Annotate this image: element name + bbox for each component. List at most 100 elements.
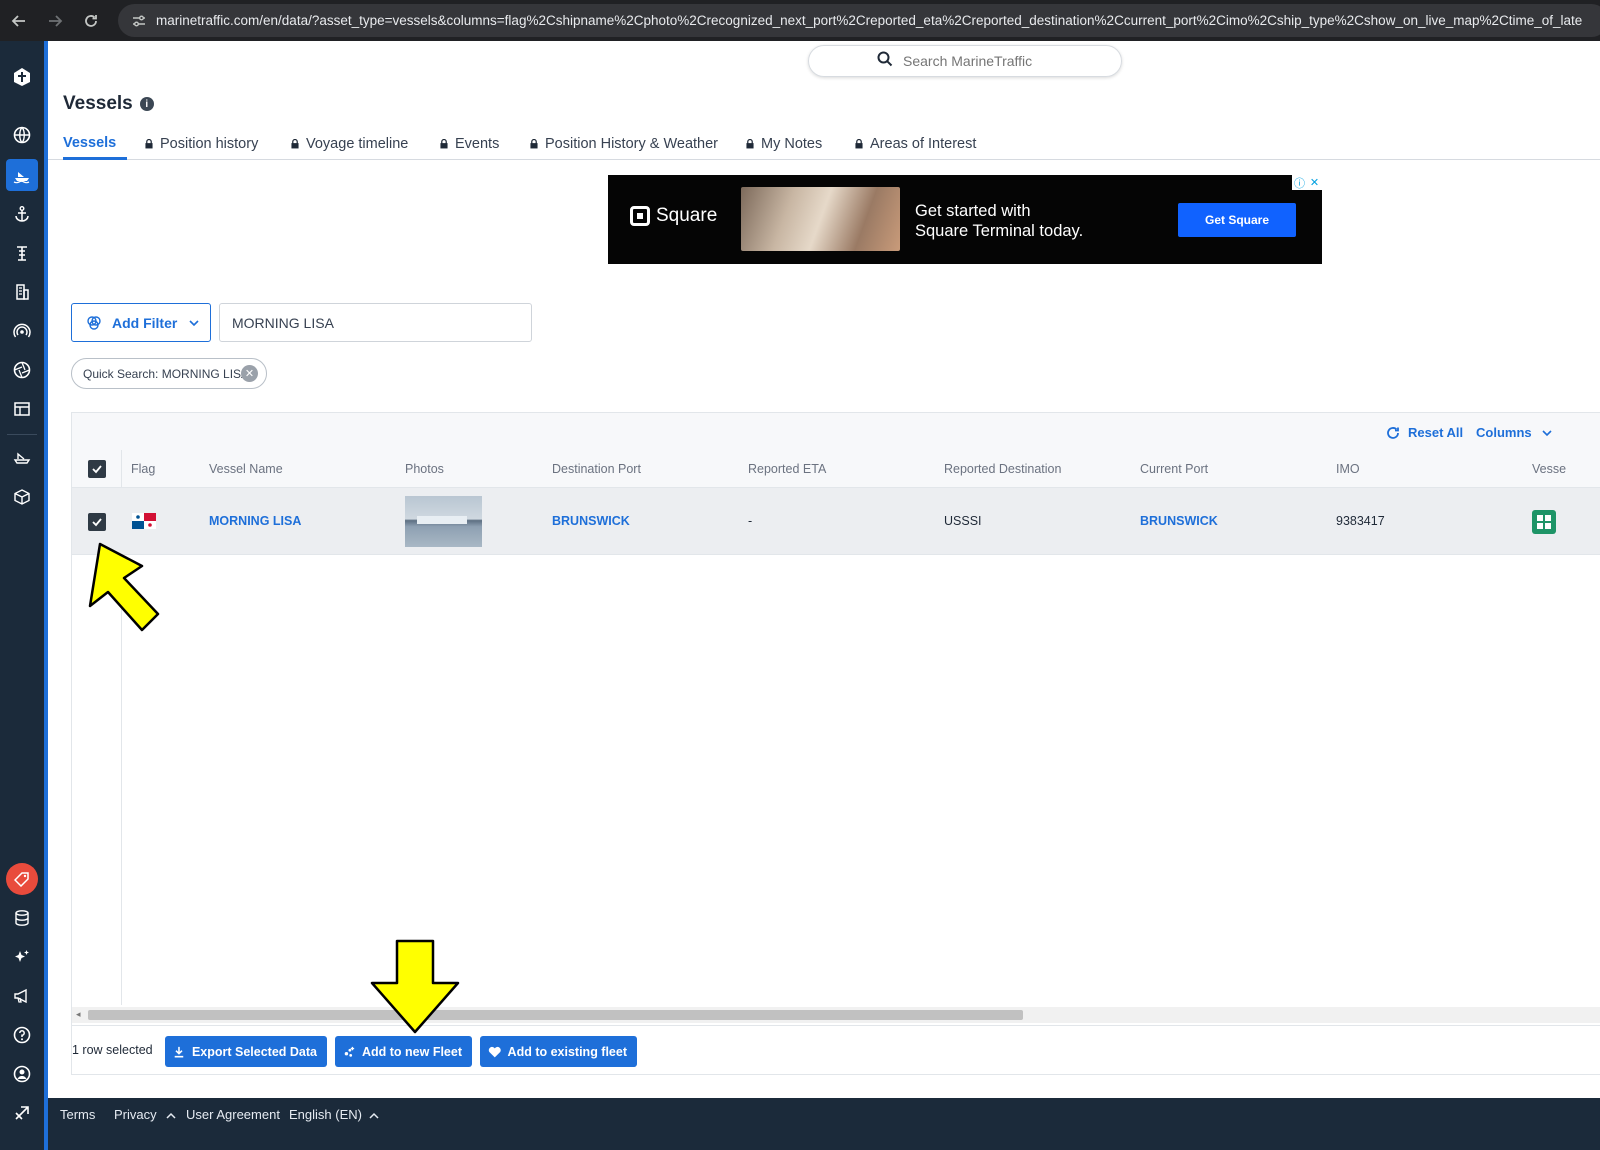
scrollbar-thumb[interactable] — [88, 1010, 1023, 1020]
current-port-link[interactable]: BRUNSWICK — [1140, 514, 1218, 528]
tab-position-history-weather[interactable]: Position History & Weather — [530, 128, 718, 159]
aperture-icon[interactable] — [6, 354, 38, 386]
add-to-existing-fleet-button[interactable]: Add to existing fleet — [480, 1036, 637, 1067]
vessel-photo[interactable] — [405, 496, 482, 547]
search-icon — [877, 51, 893, 72]
signal-icon[interactable] — [6, 315, 38, 347]
tab-label: Position History & Weather — [545, 135, 718, 152]
table-row[interactable]: MORNING LISA BRUNSWICK - USSSI BRUNSWICK… — [72, 488, 1600, 555]
search-input[interactable] — [903, 53, 1103, 69]
checkmark-icon — [92, 465, 102, 474]
add-filter-button[interactable]: Add Filter — [71, 303, 211, 342]
browser-toolbar: marinetraffic.com/en/data/?asset_type=ve… — [0, 0, 1600, 41]
horizontal-scrollbar[interactable]: ◂ — [72, 1007, 1600, 1023]
reset-all-label: Reset All — [1408, 425, 1464, 440]
sparkle-icon[interactable] — [6, 941, 38, 973]
quick-search-input[interactable]: MORNING LISA — [219, 303, 532, 342]
address-bar[interactable]: marinetraffic.com/en/data/?asset_type=ve… — [118, 4, 1600, 37]
ad-info-icon[interactable]: ⓘ — [1292, 175, 1307, 190]
tab-events[interactable]: Events — [440, 128, 499, 159]
ad-cta-button[interactable]: Get Square — [1178, 203, 1296, 237]
chevron-up-icon[interactable] — [369, 1108, 379, 1126]
global-search[interactable] — [808, 45, 1122, 77]
building-icon[interactable] — [6, 276, 38, 308]
fleet-add-icon — [344, 1046, 355, 1057]
ad-choices[interactable]: ⓘ ✕ — [1292, 175, 1322, 190]
info-icon[interactable]: i — [139, 97, 154, 111]
vessels-table: Reset All Columns Flag Vessel Name Photo… — [71, 412, 1600, 1075]
tab-label: Areas of Interest — [870, 135, 977, 152]
crane-icon[interactable] — [6, 237, 38, 269]
chevron-up-icon[interactable] — [166, 1108, 176, 1126]
privacy-link[interactable]: Privacy — [114, 1107, 157, 1122]
row-checkbox[interactable] — [88, 513, 106, 531]
left-nav-rail — [0, 41, 44, 1150]
reset-all-button[interactable]: Reset All — [1386, 425, 1463, 440]
lock-icon — [530, 138, 538, 148]
forward-icon[interactable] — [38, 4, 72, 38]
column-header-photos[interactable]: Photos — [405, 462, 444, 476]
url-text: marinetraffic.com/en/data/?asset_type=ve… — [156, 13, 1583, 28]
column-header-vessel-name[interactable]: Vessel Name — [209, 462, 283, 476]
cube-icon[interactable] — [6, 481, 38, 513]
column-header-reported-eta[interactable]: Reported ETA — [748, 462, 826, 476]
column-header-imo[interactable]: IMO — [1336, 462, 1360, 476]
anchor-icon[interactable] — [6, 198, 38, 230]
tab-label: Vessels — [63, 134, 117, 151]
export-selected-data-button[interactable]: Export Selected Data — [165, 1036, 327, 1067]
column-header-destination-port[interactable]: Destination Port — [552, 462, 641, 476]
language-selector[interactable]: English (EN) — [289, 1107, 362, 1122]
site-settings-icon[interactable] — [128, 10, 150, 32]
megaphone-icon[interactable] — [6, 980, 38, 1012]
add-existing-fleet-label: Add to existing fleet — [507, 1044, 627, 1059]
ad-banner[interactable]: Square Get started with Square Terminal … — [608, 175, 1322, 264]
vessel-icon[interactable] — [6, 159, 38, 191]
help-icon[interactable] — [6, 1019, 38, 1051]
columns-label: Columns — [1476, 425, 1532, 440]
tab-my-notes[interactable]: My Notes — [746, 128, 822, 159]
selection-footer: 1 row selected Export Selected Data Add … — [72, 1025, 1600, 1075]
reported-eta-value: - — [748, 514, 753, 528]
tab-voyage-timeline[interactable]: Voyage timeline — [291, 128, 408, 159]
columns-button[interactable]: Columns — [1476, 425, 1552, 440]
destination-port-link[interactable]: BRUNSWICK — [552, 514, 630, 528]
globe-icon[interactable] — [6, 119, 38, 151]
tab-areas-of-interest[interactable]: Areas of Interest — [855, 128, 976, 159]
tab-label: Events — [455, 135, 500, 152]
marinetraffic-logo-icon[interactable] — [6, 61, 38, 93]
ad-image — [741, 187, 900, 251]
select-all-checkbox[interactable] — [88, 460, 106, 478]
refresh-icon — [1387, 426, 1399, 439]
tab-vessels[interactable]: Vessels — [63, 128, 127, 160]
column-header-current-port[interactable]: Current Port — [1140, 462, 1208, 476]
fleet-icon[interactable] — [6, 442, 38, 474]
column-header-flag[interactable]: Flag — [131, 462, 155, 476]
square-logo: Square — [630, 205, 717, 227]
close-icon[interactable]: ✕ — [241, 365, 258, 382]
filter-icon — [87, 315, 101, 330]
table-icon[interactable] — [6, 393, 38, 425]
tag-icon[interactable] — [6, 863, 38, 895]
terms-link[interactable]: Terms — [60, 1107, 95, 1122]
ad-close-icon[interactable]: ✕ — [1307, 175, 1322, 190]
reload-icon[interactable] — [74, 4, 108, 38]
user-agreement-link[interactable]: User Agreement — [186, 1107, 280, 1122]
ad-brand: Square — [656, 205, 718, 226]
account-icon[interactable] — [6, 1058, 38, 1090]
page-title: Vessels i — [63, 93, 154, 115]
collapse-rail-icon[interactable] — [6, 1097, 38, 1129]
vessel-name-link[interactable]: MORNING LISA — [209, 514, 301, 528]
add-to-new-fleet-button[interactable]: Add to new Fleet — [335, 1036, 472, 1067]
chevron-down-icon — [1542, 429, 1552, 436]
column-header-reported-destination[interactable]: Reported Destination — [944, 462, 1061, 476]
database-icon[interactable] — [6, 902, 38, 934]
scroll-left-icon[interactable]: ◂ — [76, 1009, 81, 1020]
square-logo-icon — [630, 206, 650, 226]
add-new-fleet-label: Add to new Fleet — [362, 1044, 462, 1059]
tab-bar: Vessels Position history Voyage timeline… — [48, 128, 1600, 160]
column-header-vessel-type[interactable]: Vesse — [1532, 462, 1566, 476]
tab-position-history[interactable]: Position history — [145, 128, 258, 159]
ad-headline: Get started with Square Terminal today. — [915, 201, 1083, 241]
back-icon[interactable] — [2, 4, 36, 38]
page-title-text: Vessels — [63, 93, 133, 114]
